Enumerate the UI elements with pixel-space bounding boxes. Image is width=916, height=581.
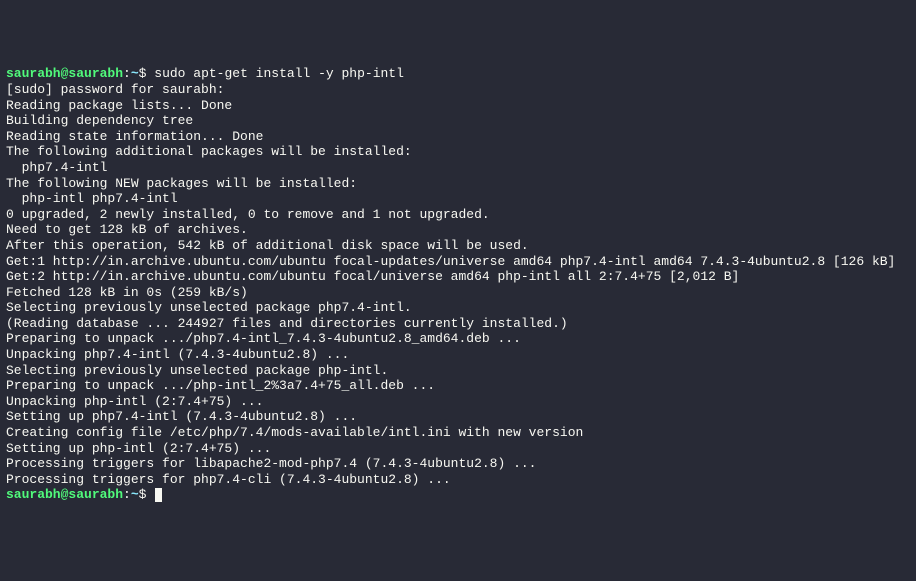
output-line: The following additional packages will b… (6, 144, 910, 160)
output-line: Selecting previously unselected package … (6, 363, 910, 379)
prompt-line-2[interactable]: saurabh@saurabh:~$ (6, 487, 910, 503)
cursor-icon[interactable] (155, 488, 162, 502)
prompt-line-1: saurabh@saurabh:~$ sudo apt-get install … (6, 66, 910, 82)
dollar-sign: $ (139, 66, 155, 81)
output-line: (Reading database ... 244927 files and d… (6, 316, 910, 332)
output-line: Fetched 128 kB in 0s (259 kB/s) (6, 285, 910, 301)
output-line: Get:2 http://in.archive.ubuntu.com/ubunt… (6, 269, 910, 285)
output-line: The following NEW packages will be insta… (6, 176, 910, 192)
output-line: 0 upgraded, 2 newly installed, 0 to remo… (6, 207, 910, 223)
user-host: saurabh@saurabh (6, 66, 123, 81)
output-line: Reading package lists... Done (6, 98, 910, 114)
output-line: Unpacking php-intl (2:7.4+75) ... (6, 394, 910, 410)
command-text: sudo apt-get install -y php-intl (154, 66, 404, 81)
output-line: Get:1 http://in.archive.ubuntu.com/ubunt… (6, 254, 910, 270)
output-line: Setting up php7.4-intl (7.4.3-4ubuntu2.8… (6, 409, 910, 425)
output-line: Processing triggers for php7.4-cli (7.4.… (6, 472, 910, 488)
output-line: Need to get 128 kB of archives. (6, 222, 910, 238)
output-line: Building dependency tree (6, 113, 910, 129)
output-line: Reading state information... Done (6, 129, 910, 145)
output-line: php7.4-intl (6, 160, 910, 176)
output-line: [sudo] password for saurabh: (6, 82, 910, 98)
output-line: Setting up php-intl (2:7.4+75) ... (6, 441, 910, 457)
output-line: Preparing to unpack .../php7.4-intl_7.4.… (6, 331, 910, 347)
tilde: ~ (131, 66, 139, 81)
dollar-sign: $ (139, 487, 155, 502)
output-line: Processing triggers for libapache2-mod-p… (6, 456, 910, 472)
output-line: Preparing to unpack .../php-intl_2%3a7.4… (6, 378, 910, 394)
output-line: Selecting previously unselected package … (6, 300, 910, 316)
output-line: Creating config file /etc/php/7.4/mods-a… (6, 425, 910, 441)
terminal-output[interactable]: saurabh@saurabh:~$ sudo apt-get install … (6, 66, 910, 503)
output-line: Unpacking php7.4-intl (7.4.3-4ubuntu2.8)… (6, 347, 910, 363)
user-host: saurabh@saurabh (6, 487, 123, 502)
output-line: After this operation, 542 kB of addition… (6, 238, 910, 254)
tilde: ~ (131, 487, 139, 502)
output-line: php-intl php7.4-intl (6, 191, 910, 207)
colon: : (123, 66, 131, 81)
colon: : (123, 487, 131, 502)
